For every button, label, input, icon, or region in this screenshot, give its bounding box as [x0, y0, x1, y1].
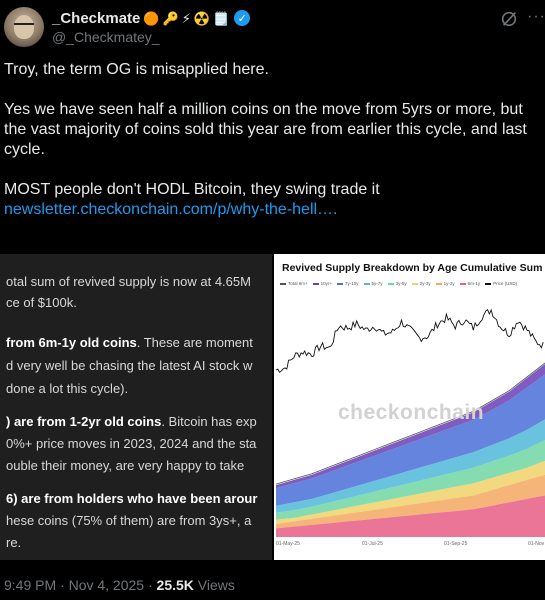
badge-radioactive-icon: ☢️ [193, 10, 211, 26]
excerpt-line: otal sum of revived supply is now at 4.6… [6, 274, 251, 289]
more-options-button[interactable]: ··· [527, 8, 545, 26]
author-handle[interactable]: @_Checkmatey_ [52, 29, 160, 45]
tweet-paragraph-1: Troy, the term OG is misapplied here. [4, 61, 269, 78]
tweet-header: _Checkmate 🟠 🔑 ⚡ ☢️ 🗒️ ✓ @_Checkmatey_ ·… [0, 0, 545, 52]
x-tick-label: 01-Nov [528, 541, 545, 547]
excerpt-line: ouble their money, are very happy to tak… [6, 458, 245, 473]
excerpt-line: ) are from 1-2yr old coins. Bitcoin has … [6, 414, 257, 429]
avatar[interactable] [4, 7, 44, 47]
newsletter-link[interactable]: newsletter.checkonchain.com/p/why-the-he… [4, 201, 338, 218]
views-count: 25.5K [156, 577, 194, 593]
excerpt-line: hese coins (75% of them) are from 3ys+, … [6, 513, 252, 528]
newsletter-excerpt-image[interactable]: otal sum of revived supply is now at 4.6… [0, 254, 272, 560]
verified-check-icon: ✓ [234, 10, 251, 26]
x-tick-label: 01-Jul-25 [362, 541, 383, 547]
grok-icon[interactable] [500, 10, 518, 28]
price-line [275, 308, 544, 373]
excerpt-text: . These are moment [136, 335, 253, 350]
tweet-paragraph-3: MOST people don't HODL Bitcoin, they swi… [4, 181, 380, 198]
excerpt-bold: 6) are from holders who have been arour [6, 491, 258, 506]
tweet-media: otal sum of revived supply is now at 4.6… [0, 254, 545, 560]
excerpt-text: . Bitcoin has exp [161, 414, 257, 429]
views-label: Views [193, 577, 235, 593]
excerpt-line: ce of $100k. [6, 295, 77, 310]
excerpt-line: from 6m-1y old coins. These are moment [6, 335, 253, 350]
tweet-paragraph-2: Yes we have seen half a million coins on… [4, 101, 527, 158]
chart-x-axis: 01-May-25 01-Jul-25 01-Sep-25 01-Nov [274, 541, 545, 551]
excerpt-line: re. [6, 535, 22, 550]
excerpt-bold: from 6m-1y old coins [6, 335, 137, 350]
excerpt-line: done a lot this cycle). [6, 381, 129, 396]
excerpt-line: 6) are from holders who have been arour [6, 491, 257, 506]
author-name-row[interactable]: _Checkmate 🟠 🔑 ⚡ ☢️ 🗒️ ✓ [52, 8, 251, 28]
avatar-glasses [14, 23, 34, 30]
tweet-meta: 9:49 PM · Nov 4, 2025 · 25.5K Views [4, 577, 235, 593]
tweet-timestamp[interactable]: 9:49 PM · Nov 4, 2025 · [4, 577, 157, 593]
excerpt-line: 0%+ price moves in 2023, 2024 and the st… [6, 436, 257, 451]
excerpt-bold: ) are from 1-2yr old coins [6, 414, 162, 429]
tweet-text: Troy, the term OG is misapplied here. Ye… [4, 60, 539, 220]
x-tick-label: 01-Sep-25 [444, 541, 468, 547]
excerpt-line: d very well be chasing the latest AI sto… [6, 358, 253, 373]
badge-lightning-icon: ⚡ [181, 10, 191, 26]
badge-notepad-icon: 🗒️ [213, 10, 230, 26]
chart-watermark: checkonchain [338, 401, 485, 424]
x-tick-label: 01-May-25 [276, 541, 300, 547]
revived-supply-chart-image[interactable]: Revived Supply Breakdown by Age Cumulati… [274, 254, 545, 560]
badge-key-icon: 🔑 [162, 10, 179, 26]
author-name[interactable]: _Checkmate [52, 10, 140, 27]
badge-orange-circle-icon: 🟠 [143, 10, 160, 26]
